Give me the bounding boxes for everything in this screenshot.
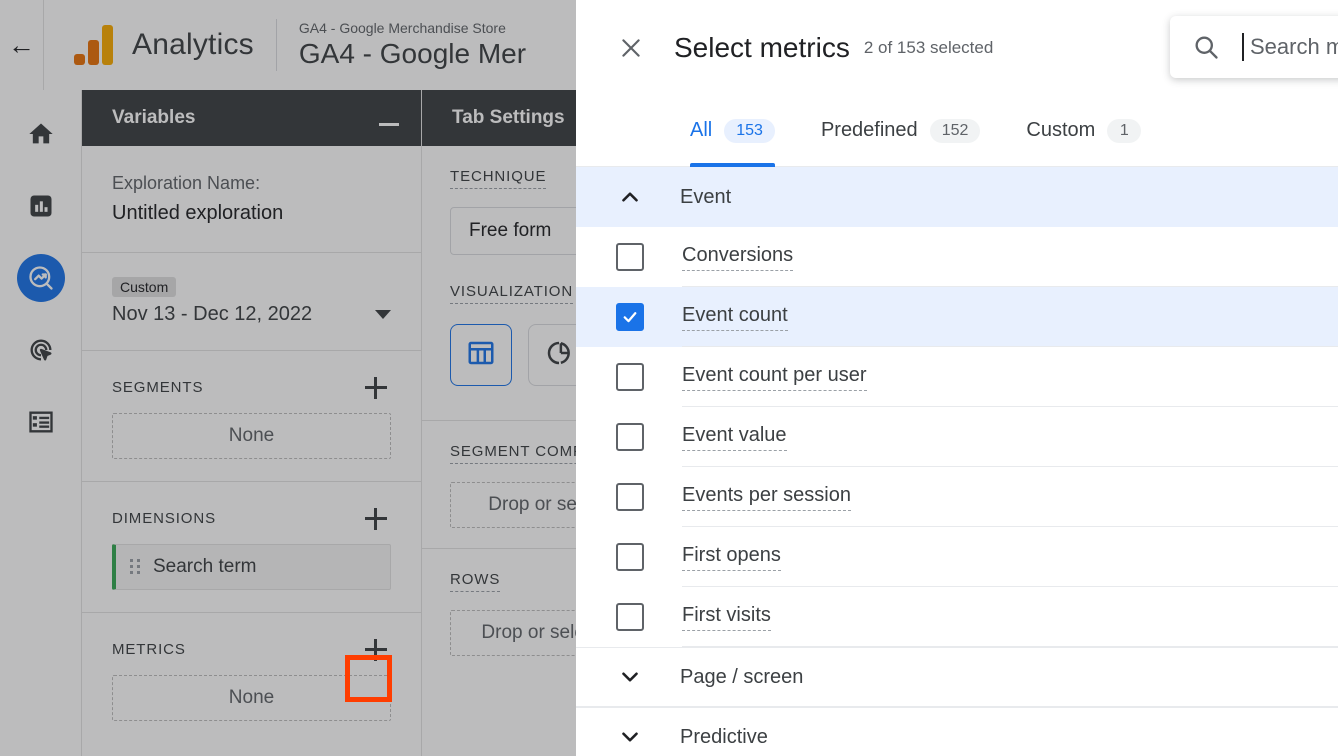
dialog-title: Select metrics	[674, 32, 850, 64]
metric-checkbox[interactable]	[616, 363, 644, 391]
metric-label: Conversions	[682, 244, 793, 271]
metric-row-first-opens[interactable]: First opens	[576, 527, 1338, 587]
metric-checkbox[interactable]	[616, 543, 644, 571]
tab-all[interactable]: All 153	[690, 95, 775, 167]
metric-row-events-per-session[interactable]: Events per session	[576, 467, 1338, 527]
metric-checkbox[interactable]	[616, 423, 644, 451]
group-name: Page / screen	[680, 666, 803, 689]
group-header-predictive[interactable]: Predictive	[576, 707, 1338, 756]
metric-checkbox[interactable]	[616, 483, 644, 511]
tab-predefined-badge: 152	[930, 119, 981, 143]
search-metrics-box[interactable]: Search m	[1170, 16, 1338, 78]
group-header-page-screen[interactable]: Page / screen	[576, 647, 1338, 707]
search-input[interactable]: Search m	[1250, 34, 1338, 60]
highlight-box-metrics-add-button	[345, 655, 392, 702]
metric-label: Event count	[682, 304, 788, 331]
metric-label: Event count per user	[682, 364, 867, 391]
selected-count: 2 of 153 selected	[864, 38, 993, 58]
metric-row-event-count[interactable]: Event count	[576, 287, 1338, 347]
metric-checkbox[interactable]	[616, 303, 644, 331]
metric-label: First visits	[682, 604, 771, 631]
metric-row-event-value[interactable]: Event value	[576, 407, 1338, 467]
chevron-down-icon	[610, 664, 650, 690]
metric-label: Events per session	[682, 484, 851, 511]
tab-active-underline	[690, 163, 775, 167]
select-metrics-dialog: Select metrics 2 of 153 selected All 153…	[576, 0, 1338, 756]
tab-predefined[interactable]: Predefined 152	[821, 95, 980, 167]
metric-label: Event value	[682, 424, 787, 451]
metric-row-conversions[interactable]: Conversions	[576, 227, 1338, 287]
dialog-tabs: All 153 Predefined 152 Custom 1	[576, 95, 1338, 167]
tab-custom[interactable]: Custom 1	[1026, 95, 1141, 167]
group-header-event[interactable]: Event	[576, 167, 1338, 227]
search-icon	[1192, 33, 1220, 61]
metric-row-event-count-per-user[interactable]: Event count per user	[576, 347, 1338, 407]
metric-row-first-visits[interactable]: First visits	[576, 587, 1338, 647]
chevron-down-icon	[610, 724, 650, 750]
group-name: Event	[680, 186, 731, 209]
metrics-list[interactable]: Event Conversions Event count	[576, 167, 1338, 756]
chevron-up-icon	[610, 184, 650, 210]
tab-predefined-label: Predefined	[821, 119, 918, 142]
metric-checkbox[interactable]	[616, 603, 644, 631]
metric-label: First opens	[682, 544, 781, 571]
close-icon[interactable]	[614, 31, 648, 65]
tab-custom-badge: 1	[1107, 119, 1141, 143]
row-divider	[682, 646, 1338, 647]
tab-all-badge: 153	[724, 119, 775, 143]
metric-checkbox[interactable]	[616, 243, 644, 271]
tab-custom-label: Custom	[1026, 119, 1095, 142]
tab-all-label: All	[690, 119, 712, 142]
group-name: Predictive	[680, 726, 768, 749]
text-cursor	[1242, 33, 1244, 61]
